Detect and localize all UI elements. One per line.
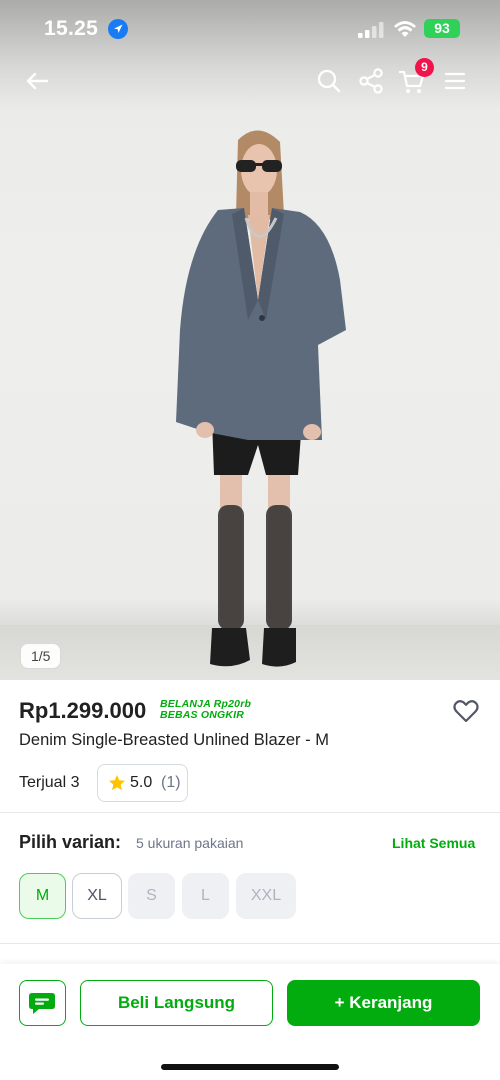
variant-option-xl[interactable]: XL (72, 873, 122, 919)
rating-badge[interactable]: 5.0 (1) (97, 764, 188, 802)
home-indicator (161, 1064, 339, 1070)
chat-icon (29, 993, 55, 1014)
battery-level: 93 (434, 20, 450, 36)
variant-title: Pilih varian: (19, 832, 122, 852)
product-image[interactable] (0, 0, 500, 680)
section-divider (0, 812, 500, 813)
image-counter: 1/5 (20, 643, 62, 669)
variant-option-s: S (128, 873, 175, 919)
search-icon[interactable] (314, 66, 344, 96)
sold-count: Terjual 3 (19, 774, 80, 791)
status-time: 15.25 (44, 17, 99, 40)
status-bar: 15.25 93 (0, 0, 500, 56)
see-all-link[interactable]: Lihat Semua (392, 835, 475, 851)
free-shipping-badge: BELANJA Rp20rb BEBAS ONGKIR (160, 699, 251, 721)
rating-score: 5.0 (130, 774, 153, 791)
product-price: Rp1.299.000 (19, 698, 147, 723)
wifi-icon (394, 21, 416, 37)
heart-icon[interactable] (452, 697, 480, 725)
cart-count-badge: 9 (415, 58, 434, 77)
back-arrow-icon[interactable] (22, 66, 52, 96)
location-arrow-icon (108, 19, 128, 39)
variant-option-xxl: XXL (236, 873, 296, 919)
share-icon[interactable] (356, 66, 386, 96)
variant-option-l: L (182, 873, 229, 919)
variant-option-m[interactable]: M (19, 873, 66, 919)
chat-button[interactable] (19, 980, 66, 1026)
rating-count: (1) (161, 774, 181, 791)
variant-subtitle: 5 ukuran pakaian (136, 835, 244, 851)
section-divider (0, 943, 500, 944)
star-icon (109, 775, 125, 791)
battery-icon: 93 (424, 19, 460, 38)
cellular-signal-icon (358, 22, 384, 38)
product-title: Denim Single-Breasted Unlined Blazer - M (19, 731, 329, 749)
promo-line-2: BEBAS ONGKIR (160, 709, 245, 721)
buy-now-button[interactable]: Beli Langsung (80, 980, 273, 1026)
add-to-cart-button[interactable]: + Keranjang (287, 980, 480, 1026)
menu-icon[interactable] (440, 66, 470, 96)
